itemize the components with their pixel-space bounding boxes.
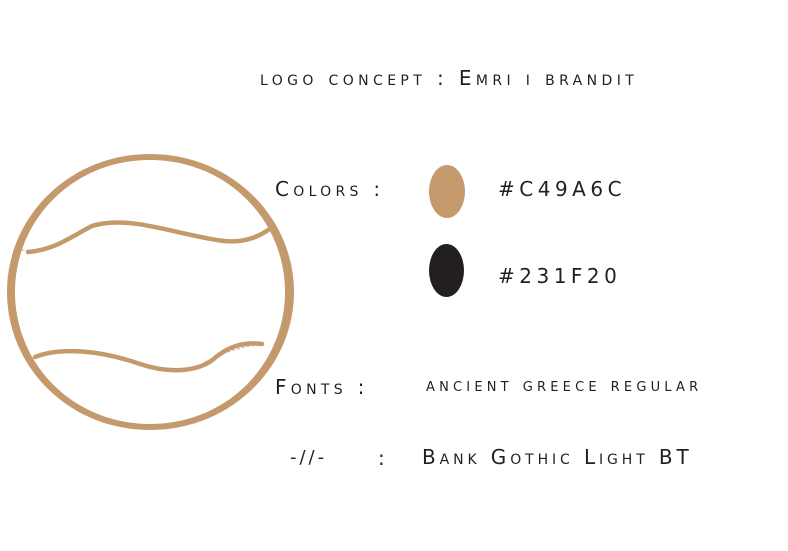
- font-ditto-mark: -//-: [290, 447, 328, 468]
- logo-seam-bottom: [32, 341, 265, 373]
- colors-label: Colors :: [275, 177, 385, 201]
- font-separator: :: [378, 446, 385, 470]
- page-title: logo concept : Emri i brandit: [260, 66, 639, 90]
- color-swatch-secondary: [429, 244, 464, 297]
- font-primary-name: ancient greece regular: [426, 375, 703, 396]
- color-hex-primary: #C49A6C: [498, 177, 627, 201]
- color-hex-secondary: #231F20: [498, 264, 622, 288]
- fonts-label: Fonts :: [275, 375, 369, 399]
- color-swatch-primary: [429, 165, 465, 218]
- logo-ring: [7, 154, 294, 430]
- logo-seam-top: [25, 220, 271, 255]
- font-secondary-name: Bank Gothic Light BT: [422, 445, 693, 469]
- baseball-seam-circle-icon: [7, 154, 294, 430]
